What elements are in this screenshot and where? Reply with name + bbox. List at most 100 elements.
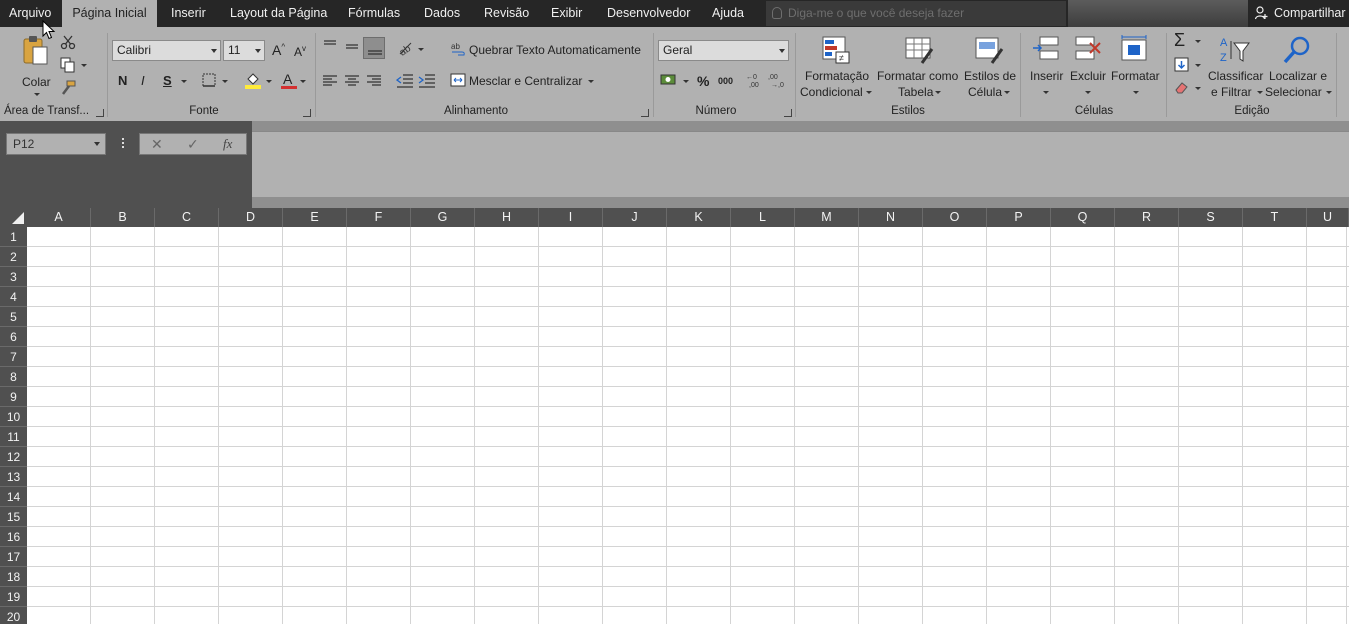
underline-button[interactable]: S bbox=[163, 73, 172, 88]
copy-icon[interactable] bbox=[60, 57, 76, 73]
fill-dropdown-arrow[interactable] bbox=[1195, 64, 1201, 67]
column-header-h[interactable]: H bbox=[475, 208, 539, 227]
select-all-button[interactable] bbox=[0, 208, 27, 227]
align-middle-icon[interactable] bbox=[344, 39, 360, 53]
row-header-3[interactable]: 3 bbox=[0, 267, 27, 287]
align-left-icon[interactable] bbox=[322, 74, 338, 88]
column-header-g[interactable]: G bbox=[411, 208, 475, 227]
cancel-icon[interactable]: ✕ bbox=[151, 136, 163, 153]
cut-icon[interactable] bbox=[60, 34, 76, 50]
cell-styles-button[interactable]: Estilos de Célula bbox=[962, 33, 1018, 101]
column-header-e[interactable]: E bbox=[283, 208, 347, 227]
share-button[interactable]: Compartilhar bbox=[1254, 0, 1346, 27]
column-header-k[interactable]: K bbox=[667, 208, 731, 227]
row-header-9[interactable]: 9 bbox=[0, 387, 27, 407]
clear-dropdown-arrow[interactable] bbox=[1195, 87, 1201, 90]
font-dialog-launcher[interactable] bbox=[303, 109, 311, 117]
paste-button[interactable]: Colar bbox=[18, 33, 56, 96]
tab-ajuda[interactable]: Ajuda bbox=[712, 0, 744, 27]
column-header-a[interactable]: A bbox=[27, 208, 91, 227]
row-header-18[interactable]: 18 bbox=[0, 567, 27, 587]
font-name-select[interactable]: Calibri bbox=[112, 40, 221, 61]
row-header-20[interactable]: 20 bbox=[0, 607, 27, 624]
row-header-4[interactable]: 4 bbox=[0, 287, 27, 307]
row-header-19[interactable]: 19 bbox=[0, 587, 27, 607]
row-header-11[interactable]: 11 bbox=[0, 427, 27, 447]
tab-formulas[interactable]: Fórmulas bbox=[348, 0, 400, 27]
tab-layout-da-pagina[interactable]: Layout da Página bbox=[230, 0, 327, 27]
column-header-i[interactable]: I bbox=[539, 208, 603, 227]
font-size-select[interactable]: 11 bbox=[223, 40, 265, 61]
column-header-s[interactable]: S bbox=[1179, 208, 1243, 227]
sort-filter-button[interactable]: A Z Classificar e Filtrar bbox=[1206, 33, 1264, 101]
decrease-decimal-icon[interactable]: ,00 →,0 bbox=[768, 71, 786, 89]
format-cells-button[interactable]: Formatar bbox=[1110, 33, 1162, 101]
enter-icon[interactable]: ✓ bbox=[187, 136, 199, 153]
decrease-font-size-button[interactable]: Av bbox=[294, 44, 306, 59]
fill-color-dropdown-arrow[interactable] bbox=[266, 80, 272, 83]
column-header-u[interactable]: U bbox=[1307, 208, 1349, 227]
align-bottom-button[interactable] bbox=[363, 37, 385, 59]
number-dialog-launcher[interactable] bbox=[784, 109, 792, 117]
italic-button[interactable]: I bbox=[141, 73, 145, 88]
align-right-icon[interactable] bbox=[366, 74, 382, 88]
column-header-j[interactable]: J bbox=[603, 208, 667, 227]
row-header-8[interactable]: 8 bbox=[0, 367, 27, 387]
orientation-icon[interactable]: ab bbox=[397, 40, 415, 56]
tell-me-search[interactable]: Diga-me o que você deseja fazer bbox=[766, 1, 1066, 26]
alignment-dialog-launcher[interactable] bbox=[641, 109, 649, 117]
font-color-button[interactable]: A bbox=[281, 71, 297, 89]
row-header-2[interactable]: 2 bbox=[0, 247, 27, 267]
formula-input[interactable] bbox=[252, 131, 1349, 197]
column-header-q[interactable]: Q bbox=[1051, 208, 1115, 227]
format-painter-icon[interactable] bbox=[60, 80, 76, 96]
column-header-m[interactable]: M bbox=[795, 208, 859, 227]
insert-cells-button[interactable]: Inserir bbox=[1026, 33, 1066, 101]
column-header-p[interactable]: P bbox=[987, 208, 1051, 227]
increase-indent-icon[interactable] bbox=[418, 73, 436, 89]
increase-font-size-button[interactable]: A^ bbox=[272, 42, 285, 58]
accounting-format-icon[interactable] bbox=[660, 72, 680, 88]
row-header-16[interactable]: 16 bbox=[0, 527, 27, 547]
row-header-5[interactable]: 5 bbox=[0, 307, 27, 327]
clipboard-dialog-launcher[interactable] bbox=[96, 109, 104, 117]
accounting-dropdown-arrow[interactable] bbox=[683, 80, 689, 83]
column-header-n[interactable]: N bbox=[859, 208, 923, 227]
conditional-formatting-button[interactable]: ≠ Formatação Condicional bbox=[798, 33, 872, 101]
row-header-7[interactable]: 7 bbox=[0, 347, 27, 367]
column-header-r[interactable]: R bbox=[1115, 208, 1179, 227]
borders-dropdown-arrow[interactable] bbox=[222, 80, 228, 83]
number-format-select[interactable]: Geral bbox=[658, 40, 789, 61]
insert-function-icon[interactable]: fx bbox=[223, 136, 232, 152]
merge-center-button[interactable]: Mesclar e Centralizar bbox=[450, 72, 600, 90]
font-color-dropdown-arrow[interactable] bbox=[300, 80, 306, 83]
fill-icon[interactable] bbox=[1174, 57, 1190, 73]
row-header-10[interactable]: 10 bbox=[0, 407, 27, 427]
row-header-13[interactable]: 13 bbox=[0, 467, 27, 487]
column-header-d[interactable]: D bbox=[219, 208, 283, 227]
column-header-f[interactable]: F bbox=[347, 208, 411, 227]
align-top-icon[interactable] bbox=[322, 39, 338, 53]
autosum-icon[interactable]: Σ bbox=[1174, 30, 1185, 51]
tab-desenvolvedor[interactable]: Desenvolvedor bbox=[607, 0, 690, 27]
row-header-6[interactable]: 6 bbox=[0, 327, 27, 347]
tab-revisao[interactable]: Revisão bbox=[484, 0, 529, 27]
row-header-14[interactable]: 14 bbox=[0, 487, 27, 507]
comma-style-button[interactable]: 000 bbox=[718, 76, 733, 86]
worksheet-cells[interactable] bbox=[27, 227, 1349, 624]
wrap-text-button[interactable]: ab Quebrar Texto Automaticamente bbox=[450, 41, 650, 59]
column-header-b[interactable]: B bbox=[91, 208, 155, 227]
orientation-dropdown-arrow[interactable] bbox=[418, 48, 424, 51]
column-header-t[interactable]: T bbox=[1243, 208, 1307, 227]
row-header-15[interactable]: 15 bbox=[0, 507, 27, 527]
fill-color-icon[interactable] bbox=[244, 71, 262, 89]
percent-style-button[interactable]: % bbox=[697, 73, 709, 89]
tab-pagina-inicial[interactable]: Página Inicial bbox=[62, 0, 157, 27]
row-header-12[interactable]: 12 bbox=[0, 447, 27, 467]
underline-dropdown-arrow[interactable] bbox=[181, 80, 187, 83]
column-header-c[interactable]: C bbox=[155, 208, 219, 227]
row-header-17[interactable]: 17 bbox=[0, 547, 27, 567]
clear-eraser-icon[interactable] bbox=[1174, 80, 1190, 94]
decrease-indent-icon[interactable] bbox=[396, 73, 414, 89]
row-header-1[interactable]: 1 bbox=[0, 227, 27, 247]
